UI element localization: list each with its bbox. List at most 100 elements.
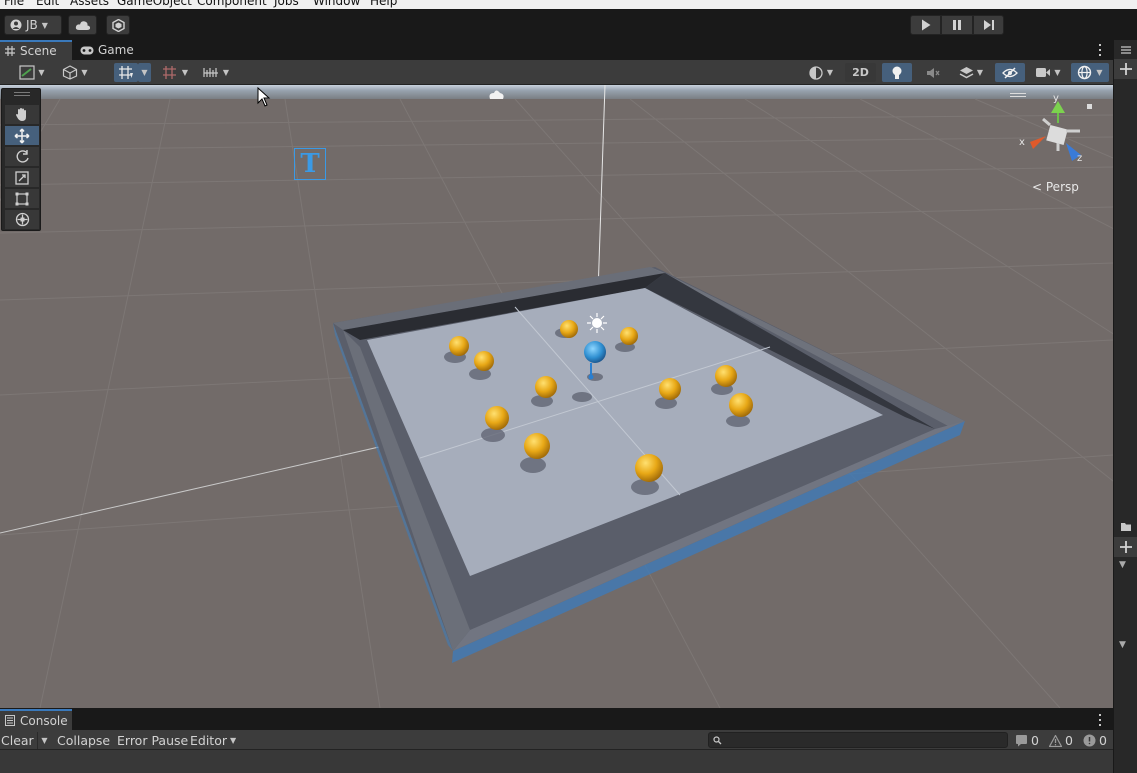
menu-bar: File Edit Assets GameObject Component Jo… xyxy=(0,0,1137,9)
rotate-icon xyxy=(16,150,29,163)
audio-toggle[interactable] xyxy=(918,63,948,82)
menu-window[interactable]: Window xyxy=(313,0,360,8)
draw-mode-dropdown[interactable]: ▼ xyxy=(14,63,50,82)
scene-visibility-toggle[interactable] xyxy=(995,63,1025,82)
search-icon xyxy=(713,736,722,745)
rect-tool-button[interactable] xyxy=(5,189,39,208)
tab-game[interactable]: Game xyxy=(80,40,140,60)
warning-count: 0 xyxy=(1065,733,1073,748)
console-search-input[interactable] xyxy=(708,732,1008,748)
menu-jobs[interactable]: Jobs xyxy=(274,0,299,8)
transform-icon xyxy=(15,212,29,227)
console-menu-kebab[interactable] xyxy=(1095,713,1105,727)
cube-icon xyxy=(63,65,78,80)
tab-menu-kebab[interactable] xyxy=(1095,43,1105,57)
tab-game-label: Game xyxy=(98,43,134,57)
add-asset-icon[interactable] xyxy=(1119,540,1133,554)
camera-icon xyxy=(1036,68,1051,77)
cloud-icon xyxy=(75,20,90,30)
collapse-toggle[interactable]: Collapse xyxy=(57,732,110,749)
gamepad-icon xyxy=(80,46,94,54)
tab-scene[interactable]: Scene xyxy=(0,40,72,60)
menu-help[interactable]: Help xyxy=(370,0,397,8)
menu-component[interactable]: Component xyxy=(197,0,267,8)
directional-light-gizmo[interactable] xyxy=(587,313,607,333)
tools-drag-handle[interactable] xyxy=(14,92,30,96)
folder-icon[interactable] xyxy=(1120,522,1132,532)
collab-button[interactable] xyxy=(106,15,130,35)
gizmos-dropdown[interactable]: ▼ xyxy=(1071,63,1109,82)
expand-arrow-icon[interactable]: ▼ xyxy=(1119,560,1126,570)
grid-snap-toggle[interactable] xyxy=(114,63,138,82)
lighting-toggle[interactable] xyxy=(882,63,912,82)
grid-visibility-icon xyxy=(162,66,176,79)
list-icon[interactable] xyxy=(1120,45,1132,55)
gizmo-axis-y: y xyxy=(1053,93,1059,104)
scene-viewport[interactable]: y x z < Persp T xyxy=(0,85,1113,708)
error-pause-toggle[interactable]: Error Pause xyxy=(117,732,188,749)
text-object-icon[interactable]: T xyxy=(294,148,326,180)
account-label: JB xyxy=(26,18,38,32)
grid-snap-dropdown[interactable]: ▼ xyxy=(138,63,151,82)
cloud-button[interactable] xyxy=(68,15,97,35)
gizmo-drag-handle[interactable] xyxy=(1010,93,1026,97)
add-icon[interactable] xyxy=(1119,62,1133,76)
sphere-icon xyxy=(809,65,823,80)
editor-label: Editor xyxy=(190,733,227,748)
console-toolbar: Clear ▼ Collapse Error Pause Editor ▼ 0 0… xyxy=(0,730,1113,750)
console-icon xyxy=(5,715,15,726)
tab-scene-label: Scene xyxy=(20,44,57,58)
layers-icon xyxy=(959,66,974,78)
rect-transform-icon xyxy=(15,192,29,205)
tools-overlay xyxy=(1,88,41,231)
effects-dropdown[interactable]: ▼ xyxy=(953,63,989,82)
log-count-toggle[interactable]: 0 xyxy=(1015,732,1039,749)
scale-icon xyxy=(15,170,29,185)
mouse-cursor-icon xyxy=(257,87,271,107)
pause-button[interactable] xyxy=(941,15,973,35)
lightbulb-icon xyxy=(892,66,902,79)
shading-dropdown[interactable]: ▼ xyxy=(803,63,839,82)
projection-label[interactable]: < Persp xyxy=(1032,180,1079,194)
render-mode-dropdown[interactable]: ▼ xyxy=(57,63,93,82)
menu-assets[interactable]: Assets xyxy=(70,0,109,8)
gizmos-icon xyxy=(1078,65,1092,80)
scene-render xyxy=(0,85,1113,708)
scene-tab-bar: Scene Game xyxy=(0,40,1113,60)
account-dropdown[interactable]: JB ▼ xyxy=(4,15,62,35)
error-count-toggle[interactable]: 0 xyxy=(1083,732,1107,749)
rotate-tool-button[interactable] xyxy=(5,147,39,166)
tab-console[interactable]: Console xyxy=(0,709,72,730)
scale-tool-button[interactable] xyxy=(5,168,39,187)
console-log-area[interactable] xyxy=(0,750,1113,773)
grid-snap-icon xyxy=(119,66,133,79)
eye-hidden-icon xyxy=(1002,66,1018,79)
step-button[interactable] xyxy=(973,15,1004,35)
camera-dropdown[interactable]: ▼ xyxy=(1030,63,1066,82)
clear-button[interactable]: Clear xyxy=(1,732,34,749)
menu-edit[interactable]: Edit xyxy=(36,0,59,8)
clear-options-dropdown[interactable]: ▼ xyxy=(37,732,51,749)
editor-dropdown[interactable]: Editor ▼ xyxy=(190,732,236,749)
menu-file[interactable]: File xyxy=(4,0,24,8)
ruler-icon xyxy=(203,68,218,77)
grid-visibility-dropdown[interactable]: ▼ xyxy=(157,63,193,82)
warning-count-toggle[interactable]: 0 xyxy=(1049,732,1073,749)
increment-snap-dropdown[interactable]: ▼ xyxy=(198,63,234,82)
projection-text: Persp xyxy=(1045,180,1079,194)
audio-mute-icon xyxy=(927,67,940,78)
menu-gameobject[interactable]: GameObject xyxy=(117,0,192,8)
account-icon xyxy=(10,19,22,31)
toggle-2d-button[interactable]: 2D xyxy=(845,63,876,82)
main-toolbar: JB ▼ xyxy=(0,9,1137,40)
move-tool-button[interactable] xyxy=(5,126,39,145)
play-button[interactable] xyxy=(910,15,941,35)
log-count: 0 xyxy=(1031,733,1039,748)
gizmo-axis-x: x xyxy=(1019,137,1025,148)
error-icon xyxy=(1083,734,1096,747)
unity-services-icon xyxy=(111,18,125,32)
expand-arrow-icon-2[interactable]: ▼ xyxy=(1119,640,1126,650)
hand-tool-button[interactable] xyxy=(5,105,39,124)
transform-tool-button[interactable] xyxy=(5,210,39,229)
scene-view-toolbar: ▼ ▼ ▼ ▼ ▼ ▼ 2D ▼ ▼ ▼ xyxy=(0,60,1113,85)
